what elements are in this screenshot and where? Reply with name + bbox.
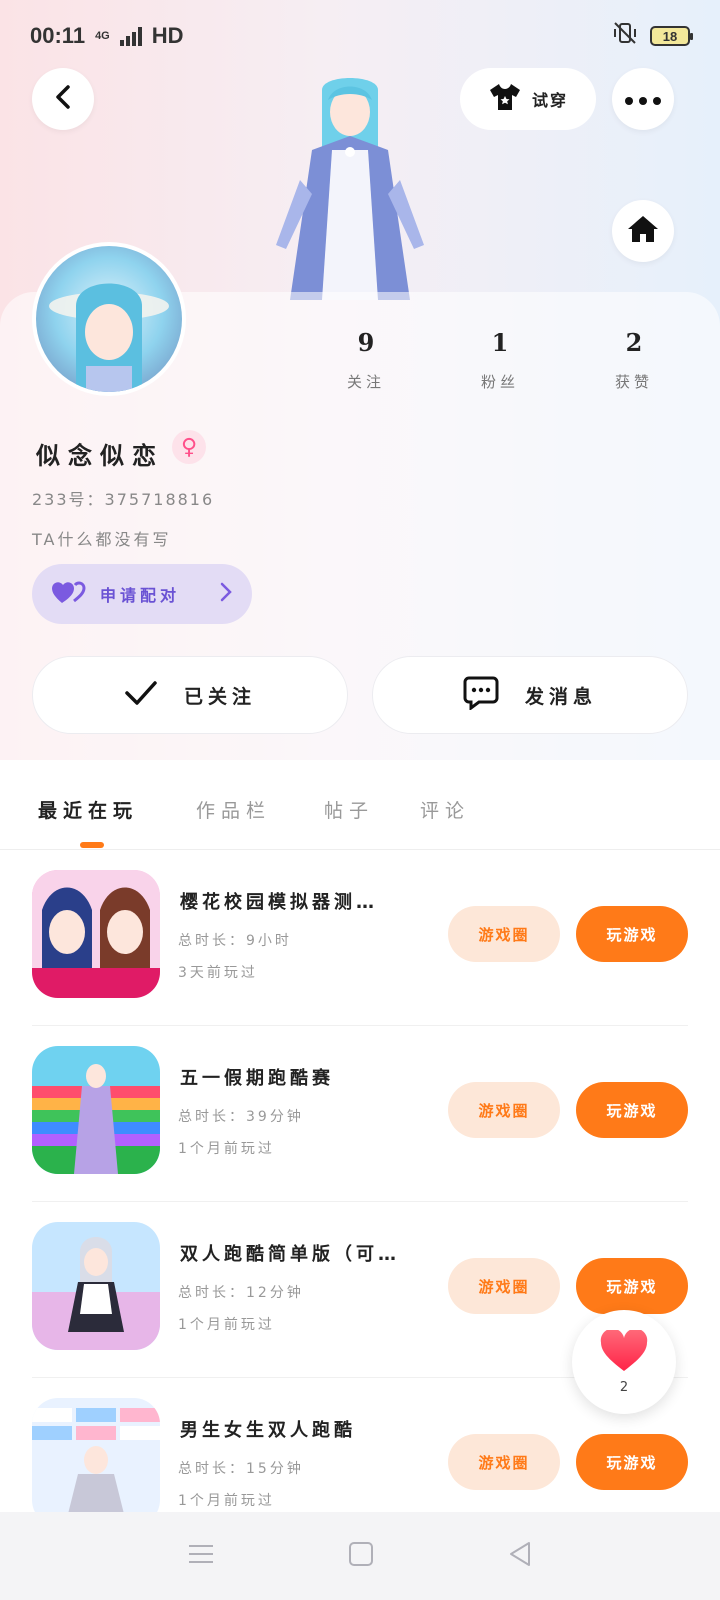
tab-posts[interactable]: 帖子 [324, 796, 374, 823]
game-title: 男生女生双人跑酷 [180, 1420, 356, 1441]
tab-active-indicator [80, 842, 104, 848]
status-bar: 00:11 4G HD 18 [0, 0, 720, 72]
play-game-button[interactable]: 玩游戏 [576, 1258, 688, 1314]
game-playtime: 总时长：15分钟 [178, 1461, 304, 1477]
double-heart-icon [52, 579, 86, 609]
game-playtime: 总时长：12分钟 [178, 1285, 304, 1301]
stat-fans[interactable]: 1 粉丝 [450, 328, 550, 392]
game-circle-button[interactable]: 游戏圈 [448, 906, 560, 962]
home-square-icon[interactable] [348, 1541, 374, 1571]
send-message-button[interactable]: 发消息 [372, 656, 688, 734]
female-gender-icon: ♀ [172, 430, 206, 464]
back-triangle-icon[interactable] [507, 1540, 533, 1572]
chevron-right-icon [220, 582, 232, 606]
battery-icon: 18 [650, 26, 693, 46]
stat-fans-label: 粉丝 [480, 373, 519, 391]
play-game-button[interactable]: 玩游戏 [576, 1082, 688, 1138]
avatar[interactable] [32, 242, 186, 396]
stat-likes-label: 获赞 [614, 373, 653, 391]
menu-icon[interactable] [187, 1543, 215, 1569]
game-last-played: 1个月前玩过 [178, 1141, 275, 1157]
game-icon-image [32, 870, 160, 998]
heart-icon [600, 1328, 648, 1376]
back-arrow-icon [52, 84, 74, 114]
followed-button[interactable]: 已关注 [32, 656, 348, 734]
stat-following[interactable]: 9 关注 [316, 328, 416, 392]
game-last-played: 1个月前玩过 [178, 1493, 275, 1509]
home-button[interactable] [612, 200, 674, 262]
nickname: 似念似恋 [36, 442, 164, 470]
game-title: 双人跑酷简单版（可… [180, 1244, 400, 1265]
try-on-button[interactable]: 试穿 [460, 68, 596, 130]
hd-indicator: HD [151, 23, 184, 48]
tab-recently-played[interactable]: 最近在玩 [38, 796, 138, 823]
avatar-image [36, 246, 182, 392]
game-circle-button[interactable]: 游戏圈 [448, 1434, 560, 1490]
stat-fans-value: 1 [491, 328, 509, 357]
mute-vibrate-icon [612, 21, 638, 51]
avatar-character-illustration [270, 70, 430, 300]
apply-match-label: 申请配对 [100, 586, 181, 605]
play-game-button[interactable]: 玩游戏 [576, 906, 688, 962]
game-row[interactable]: 樱花校园模拟器测… 总时长：9小时 3天前玩过 游戏圈 玩游戏 [0, 850, 720, 1026]
game-last-played: 1个月前玩过 [178, 1317, 275, 1333]
game-playtime: 总时长：39分钟 [178, 1109, 304, 1125]
tab-comments[interactable]: 评论 [420, 796, 470, 823]
game-circle-button[interactable]: 游戏圈 [448, 1082, 560, 1138]
game-title: 樱花校园模拟器测… [180, 892, 378, 913]
content-tabs: 最近在玩 作品栏 帖子 评论 [0, 762, 720, 850]
game-circle-button[interactable]: 游戏圈 [448, 1258, 560, 1314]
followed-label: 已关注 [183, 685, 256, 708]
game-icon-image [32, 1398, 160, 1526]
more-button[interactable] [612, 68, 674, 130]
stat-following-value: 9 [357, 328, 375, 357]
tab-works[interactable]: 作品栏 [196, 796, 271, 823]
game-icon-image [32, 1222, 160, 1350]
stat-likes-value: 2 [625, 328, 643, 357]
game-row[interactable]: 五一假期跑酷赛 总时长：39分钟 1个月前玩过 游戏圈 玩游戏 [0, 1026, 720, 1202]
home-icon [626, 214, 660, 248]
stat-following-label: 关注 [346, 373, 385, 391]
game-playtime: 总时长：9小时 [178, 933, 292, 949]
stat-likes[interactable]: 2 获赞 [584, 328, 684, 392]
system-navigation-bar [0, 1512, 720, 1600]
try-on-label: 试穿 [531, 91, 568, 110]
back-button[interactable] [32, 68, 94, 130]
chat-bubble-icon [463, 676, 499, 715]
user-bio: TA什么都没有写 [32, 530, 172, 549]
user-id: 233号：375718816 [32, 490, 215, 509]
shirt-icon [488, 82, 522, 116]
like-count: 2 [619, 1379, 629, 1395]
send-message-label: 发消息 [524, 685, 597, 708]
play-game-button[interactable]: 玩游戏 [576, 1434, 688, 1490]
game-icon-image [32, 1046, 160, 1174]
check-icon [124, 680, 158, 711]
network-type: 4G [95, 30, 110, 42]
game-last-played: 3天前玩过 [178, 965, 258, 981]
game-title: 五一假期跑酷赛 [180, 1068, 334, 1089]
signal-icon [119, 26, 142, 46]
like-float-button[interactable]: 2 [572, 1310, 676, 1414]
status-time: 00:11 [30, 23, 86, 48]
apply-match-button[interactable]: 申请配对 [32, 564, 252, 624]
more-dots-icon [625, 90, 661, 109]
